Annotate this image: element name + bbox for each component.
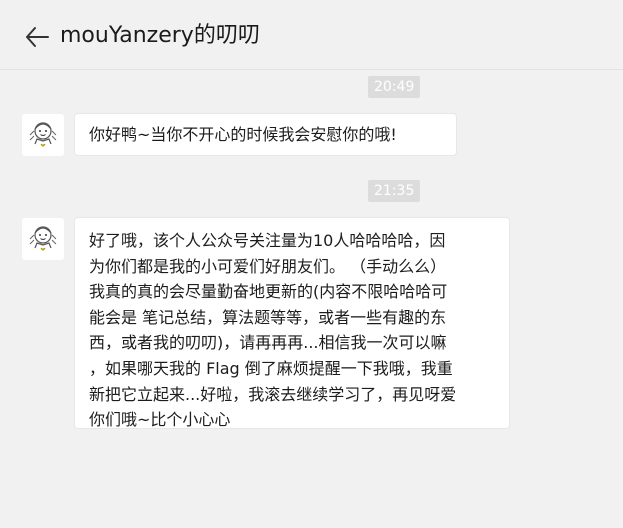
- cartoon-avatar-icon: [29, 226, 57, 251]
- message-text-line: 我真的真的会尽量勤奋地更新的(内容不限哈哈哈可: [89, 282, 448, 302]
- timestamp: 21:35: [368, 180, 421, 202]
- message-text-line: 西，或者我的叨叨)，请再再再...相信我一次可以嘛: [89, 333, 447, 353]
- avatar[interactable]: [22, 114, 64, 156]
- arrow-left-icon[interactable]: [24, 24, 50, 50]
- message-text-line: ，如果哪天我的 Flag 倒了麻烦提醒一下我哦，我重: [89, 358, 453, 378]
- avatar[interactable]: [22, 218, 64, 260]
- timestamp: 20:49: [368, 76, 421, 98]
- message-text-line: 为你们都是我的小可爱们好朋友们。 （手动么么）: [89, 256, 447, 276]
- message-text-line: 你们哦~比个小心心: [89, 410, 231, 430]
- message-text-line: 新把它立起来...好啦，我滚去继续学习了，再见呀爱: [89, 384, 457, 404]
- message-bubble[interactable]: 你好鸭~当你不开心的时候我会安慰你的哦!: [74, 113, 457, 156]
- message-bubble[interactable]: 好了哦，该个人公众号关注量为10人哈哈哈哈，因 为你们都是我的小可爱们好朋友们。…: [74, 217, 510, 429]
- message-text-line: 能会是 笔记总结，算法题等等，或者一些有趣的东: [89, 307, 447, 327]
- message-text-line: 好了哦，该个人公众号关注量为10人哈哈哈哈，因: [89, 231, 446, 250]
- message-text: 你好鸭~当你不开心的时候我会安慰你的哦!: [89, 125, 397, 144]
- chat-title: mouYanzery的叨叨: [60, 23, 260, 48]
- header-bar: mouYanzery的叨叨: [0, 0, 623, 70]
- cartoon-avatar-icon: [29, 122, 57, 147]
